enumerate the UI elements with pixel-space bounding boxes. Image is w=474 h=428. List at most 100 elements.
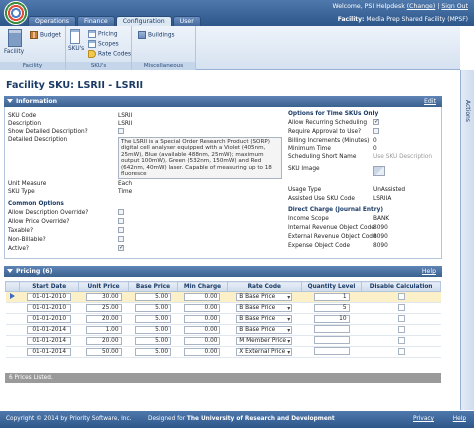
- pricing-panel-header[interactable]: Pricing (6) Help: [4, 266, 442, 277]
- col-base-price[interactable]: Base Price: [127, 281, 179, 292]
- scopes-icon: [88, 40, 96, 48]
- col-disable-calculation[interactable]: Disable Calculation: [361, 281, 441, 292]
- unit-price-field[interactable]: 1.00: [85, 326, 122, 334]
- tab-operations[interactable]: Operations: [28, 16, 77, 26]
- base-price-field[interactable]: 5.00: [135, 326, 172, 334]
- base-price-field[interactable]: 5.00: [135, 304, 172, 312]
- start-date-field[interactable]: 01-01-2010: [27, 293, 72, 301]
- active-checkbox[interactable]: [118, 244, 124, 251]
- table-row[interactable]: 01-01-2010 30.00 5.00 0.00 B Base Price 1: [5, 291, 441, 303]
- min-charge-field[interactable]: 0.00: [184, 304, 221, 312]
- disable-calculation-checkbox[interactable]: [397, 336, 405, 344]
- tab-user[interactable]: User: [172, 16, 201, 26]
- quantity-level-field[interactable]: [313, 325, 350, 333]
- base-price-field[interactable]: 5.00: [135, 337, 172, 345]
- unit-price-cell: 50.00: [78, 346, 129, 358]
- base-price-field[interactable]: 5.00: [135, 315, 172, 323]
- tab-configuration[interactable]: Configuration: [115, 16, 172, 26]
- row-indicator: [5, 313, 20, 325]
- sku-type-label: SKU Type: [8, 189, 35, 195]
- unit-price-field[interactable]: 20.00: [85, 315, 122, 323]
- rate-code-cell: B Base Price: [227, 313, 302, 325]
- disable-calc-cell: [361, 335, 441, 347]
- quantity-level-field[interactable]: [313, 336, 350, 344]
- unit-price-field[interactable]: 25.00: [85, 304, 122, 312]
- quantity-level-field[interactable]: 5: [313, 304, 350, 312]
- tab-finance[interactable]: Finance: [77, 16, 115, 26]
- buildings-button[interactable]: Buildings: [138, 31, 175, 39]
- pricing-icon: [88, 30, 96, 38]
- facility-button[interactable]: Facility: [4, 49, 24, 55]
- allow-recurring-checkbox[interactable]: [373, 118, 379, 125]
- taxable-checkbox[interactable]: [118, 227, 124, 233]
- start-date-field[interactable]: 01-01-2010: [27, 304, 72, 312]
- col-quantity-level[interactable]: Quantity Level: [300, 281, 363, 292]
- sku-image-placeholder-icon[interactable]: [373, 166, 385, 176]
- start-date-field[interactable]: 01-01-2014: [27, 337, 72, 345]
- rate-code-select[interactable]: X External Price: [236, 348, 293, 356]
- base-price-field[interactable]: 5.00: [135, 293, 172, 301]
- designed-for-label: Designed for: [148, 416, 186, 422]
- edit-link[interactable]: Edit: [424, 96, 436, 107]
- col-start-date[interactable]: Start Date: [18, 281, 80, 292]
- quantity-level-field[interactable]: [313, 347, 350, 355]
- show-detailed-checkbox[interactable]: [118, 128, 124, 134]
- require-approval-checkbox[interactable]: [373, 128, 379, 134]
- budget-button[interactable]: Budget: [30, 31, 61, 39]
- rate-codes-button[interactable]: Rate Codes: [88, 50, 131, 58]
- disable-calculation-checkbox[interactable]: [397, 314, 405, 322]
- disable-calculation-checkbox[interactable]: [397, 325, 405, 333]
- col-rate-code[interactable]: Rate Code: [226, 281, 302, 292]
- disable-calc-cell: [361, 291, 441, 303]
- pricing-label: Pricing: [98, 31, 118, 38]
- rate-code-select[interactable]: B Base Price: [236, 326, 293, 334]
- table-row[interactable]: 01-01-2010 25.00 5.00 0.00 B Base Price 5: [5, 302, 441, 314]
- start-date-field[interactable]: 01-01-2010: [27, 315, 72, 323]
- disable-calculation-checkbox[interactable]: [397, 347, 405, 355]
- min-charge-field[interactable]: 0.00: [184, 326, 221, 334]
- start-date-field[interactable]: 01-01-2014: [27, 348, 72, 356]
- quantity-level-field[interactable]: 1: [313, 293, 350, 301]
- col-min-charge[interactable]: Min Charge: [177, 281, 228, 292]
- table-row[interactable]: 01-01-2014 20.00 5.00 0.00 M Member Price: [5, 335, 441, 347]
- disable-calculation-checkbox[interactable]: [397, 303, 405, 311]
- unit-price-field[interactable]: 20.00: [85, 337, 122, 345]
- unit-price-field[interactable]: 30.00: [85, 293, 122, 301]
- rate-codes-icon: [88, 50, 96, 58]
- skus-button[interactable]: SKU's: [68, 46, 84, 52]
- quantity-level-field[interactable]: 10: [313, 315, 350, 323]
- help-link[interactable]: Help: [422, 266, 436, 277]
- change-user-link[interactable]: (Change): [407, 3, 436, 10]
- min-charge-field[interactable]: 0.00: [184, 293, 221, 301]
- allow-price-override-checkbox[interactable]: [118, 218, 124, 224]
- scopes-button[interactable]: Scopes: [88, 40, 119, 48]
- prices-listed-status: 6 Prices Listed.: [5, 373, 441, 383]
- actions-side-tab[interactable]: Actions: [460, 70, 474, 410]
- base-price-field[interactable]: 5.00: [135, 348, 172, 356]
- unit-price-field[interactable]: 50.00: [85, 348, 122, 356]
- min-charge-field[interactable]: 0.00: [184, 337, 221, 345]
- rate-code-select[interactable]: B Base Price: [236, 315, 293, 323]
- privacy-link[interactable]: Privacy: [413, 416, 434, 422]
- allow-desc-override-checkbox[interactable]: [118, 209, 124, 215]
- expense-object-label: Expense Object Code: [288, 243, 351, 249]
- min-charge-field[interactable]: 0.00: [184, 348, 221, 356]
- footer-help-link[interactable]: Help: [453, 416, 466, 422]
- require-approval-label: Require Approval to Use?: [288, 129, 362, 135]
- table-row[interactable]: 01-01-2010 20.00 5.00 0.00 B Base Price 10: [5, 313, 441, 325]
- information-panel-header[interactable]: Information Edit: [4, 96, 442, 107]
- sign-out-link[interactable]: Sign Out: [441, 3, 468, 10]
- table-row[interactable]: 01-01-2014 50.00 5.00 0.00 X External Price: [5, 346, 441, 358]
- table-row[interactable]: 01-01-2014 1.00 5.00 0.00 B Base Price: [5, 324, 441, 336]
- header-separator: |: [437, 3, 440, 10]
- allow-recurring-label: Allow Recurring Scheduling: [288, 120, 368, 126]
- pricing-button[interactable]: Pricing: [88, 30, 118, 38]
- col-unit-price[interactable]: Unit Price: [78, 281, 129, 292]
- rate-code-select[interactable]: M Member Price: [236, 337, 293, 345]
- disable-calculation-checkbox[interactable]: [397, 292, 405, 300]
- start-date-field[interactable]: 01-01-2014: [27, 326, 72, 334]
- non-billable-checkbox[interactable]: [118, 236, 124, 242]
- rate-code-select[interactable]: B Base Price: [236, 293, 293, 301]
- rate-code-select[interactable]: B Base Price: [236, 304, 293, 312]
- min-charge-field[interactable]: 0.00: [184, 315, 221, 323]
